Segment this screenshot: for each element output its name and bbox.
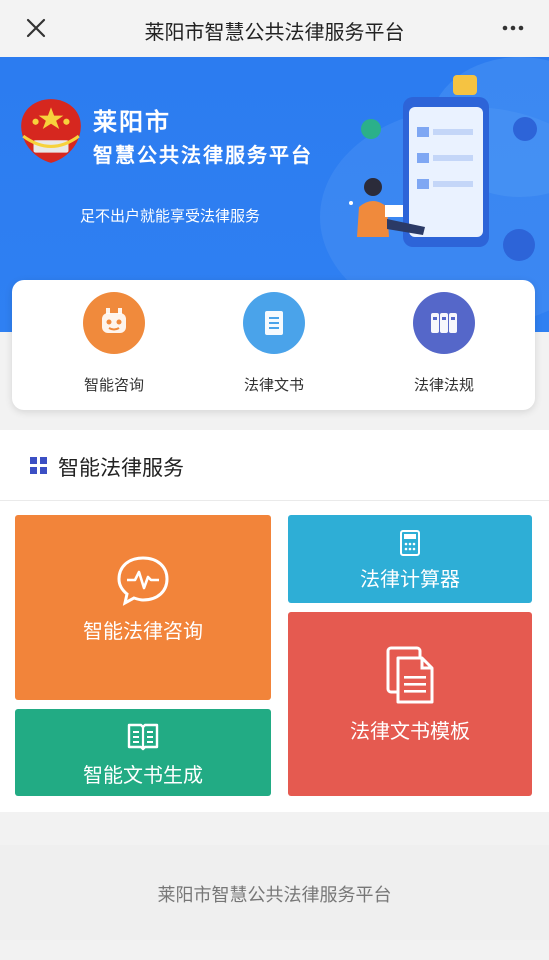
robot-icon: [83, 292, 145, 354]
banner-slogan: 足不出户就能享受法律服务: [80, 207, 261, 225]
footer: 莱阳市智慧公共法律服务平台: [0, 845, 549, 940]
emblem-icon: [21, 99, 81, 163]
quick-link-laws[interactable]: 法律法规: [384, 292, 504, 395]
brand-subtitle: 智慧公共法律服务平台: [93, 143, 313, 167]
service-section: 智能法律服务 智能法律咨询 法律计算器 法律文书模板 智能文书生成: [0, 430, 549, 812]
top-bar: 莱阳市智慧公共法律服务平台: [0, 0, 549, 57]
page-title: 莱阳市智慧公共法律服务平台: [144, 20, 405, 44]
quick-link-label: 法律文书: [243, 376, 304, 394]
calculator-icon: [400, 530, 420, 556]
quick-link-label: 智能咨询: [83, 376, 144, 394]
phone-illustration: [349, 75, 537, 261]
tile-label: 法律计算器: [360, 567, 460, 591]
quick-link-label: 法律法规: [413, 376, 474, 394]
brand-title: 莱阳市: [93, 108, 171, 136]
tile-label: 智能文书生成: [83, 763, 203, 787]
quick-link-documents[interactable]: 法律文书: [214, 292, 334, 395]
tile-label: 法律文书模板: [350, 719, 470, 743]
tile-smart-consult[interactable]: 智能法律咨询: [15, 515, 271, 700]
tile-calculator[interactable]: 法律计算器: [288, 515, 532, 603]
section-header: 智能法律服务: [0, 430, 549, 501]
books-icon: [413, 292, 475, 354]
chat-heartbeat-icon: [117, 556, 169, 606]
tile-label: 智能法律咨询: [83, 619, 203, 643]
quick-links-card: 智能咨询 法律文书 法律法规: [12, 280, 535, 410]
grid-icon: [30, 457, 47, 474]
more-icon[interactable]: [499, 14, 527, 42]
book-icon: [127, 723, 159, 751]
section-title: 智能法律服务: [58, 456, 184, 480]
quick-link-consult[interactable]: 智能咨询: [54, 292, 174, 395]
tile-doc-generate[interactable]: 智能文书生成: [15, 709, 271, 796]
tile-doc-templates[interactable]: 法律文书模板: [288, 612, 532, 796]
footer-text: 莱阳市智慧公共法律服务平台: [157, 885, 392, 906]
document-icon: [243, 292, 305, 354]
files-icon: [386, 646, 434, 704]
